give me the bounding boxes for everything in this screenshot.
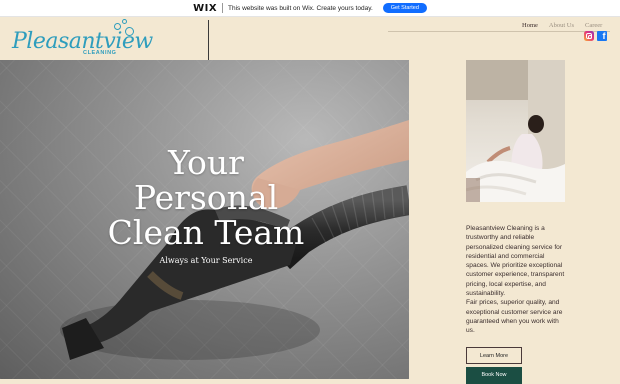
cleaning-staff-photo	[466, 60, 565, 202]
about-paragraph: Pleasantview Cleaning is a trustworthy a…	[466, 225, 565, 298]
hero-title-line: Personal	[133, 178, 279, 217]
hero-image: Your Personal Clean Team Always at Your …	[0, 60, 409, 379]
bubble-icon	[114, 23, 121, 30]
banner-divider	[222, 3, 224, 13]
wix-banner: WIX This website was built on Wix. Creat…	[0, 0, 620, 17]
book-now-button[interactable]: Book Now	[466, 367, 522, 384]
hero-subtitle: Always at Your Service	[159, 256, 253, 265]
wix-logo[interactable]: WIX	[193, 3, 217, 14]
about-text: Pleasantview Cleaning is a trustworthy a…	[466, 224, 568, 336]
site-logo[interactable]: Pleasantview CLEANING	[12, 19, 153, 61]
social-bar: f	[584, 31, 607, 41]
header-divider	[208, 20, 209, 60]
hero-title-line: Clean Team	[107, 213, 305, 252]
get-started-button[interactable]: Get Started	[382, 3, 427, 13]
main-nav: Home About Us Career	[522, 22, 602, 29]
facebook-icon[interactable]: f	[597, 31, 607, 41]
bubble-icon	[125, 27, 134, 36]
hero-title-line: Your	[168, 143, 244, 182]
wix-banner-message: This website was built on Wix. Create yo…	[228, 4, 373, 12]
learn-more-button[interactable]: Learn More	[466, 347, 522, 364]
hero-title: Your Personal Clean Team	[96, 145, 316, 250]
nav-underline	[388, 31, 610, 32]
nav-item-career[interactable]: Career	[585, 22, 602, 29]
nav-item-home[interactable]: Home	[522, 22, 538, 29]
about-paragraph-2: Fair prices, superior quality, and excep…	[466, 299, 563, 335]
bubble-icon	[122, 19, 127, 24]
logo-subtext: CLEANING	[83, 50, 117, 56]
nav-item-about-us[interactable]: About Us	[549, 22, 574, 29]
instagram-icon[interactable]	[584, 31, 594, 41]
